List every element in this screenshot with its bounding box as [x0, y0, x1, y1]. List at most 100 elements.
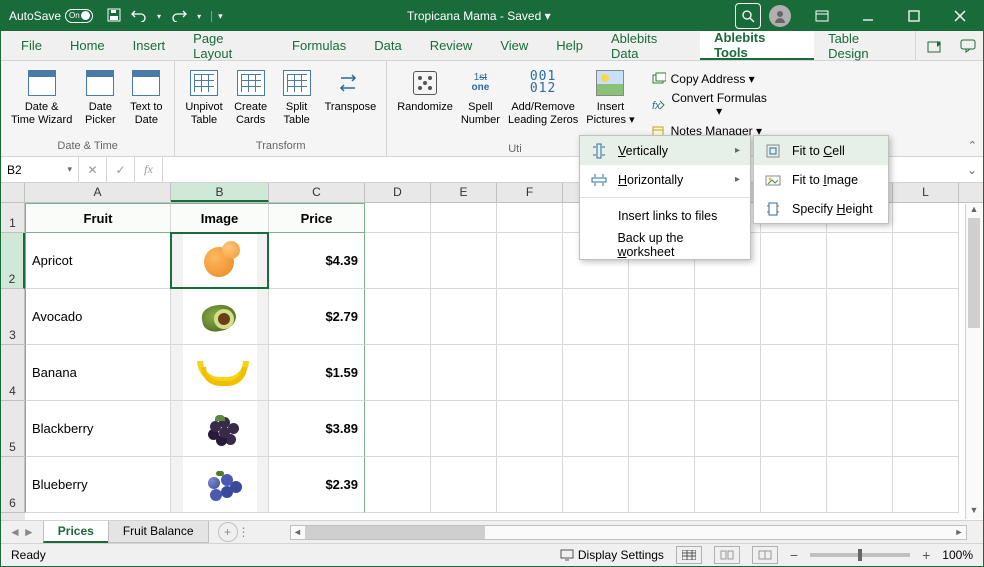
row-header[interactable]: 2 — [1, 233, 25, 289]
image-cell[interactable] — [171, 401, 269, 457]
sheet-tab[interactable]: Prices — [43, 521, 109, 543]
undo-icon[interactable] — [131, 8, 147, 25]
ribbon-button[interactable]: 1stoneSpellNumber — [457, 65, 504, 141]
ribbon-tab-insert[interactable]: Insert — [119, 31, 180, 60]
ribbon-button-small[interactable]: Copy Address ▾ — [645, 69, 775, 89]
ribbon-button[interactable]: SplitTable — [275, 65, 319, 138]
image-cell[interactable] — [171, 289, 269, 345]
menu-item[interactable]: Horizontally▸ — [580, 165, 750, 194]
maximize-icon[interactable] — [891, 1, 937, 31]
autosave-toggle[interactable]: AutoSave On — [9, 9, 93, 23]
row-header[interactable]: 5 — [1, 401, 25, 457]
cell[interactable] — [365, 457, 431, 513]
row-header[interactable]: 6 — [1, 457, 25, 513]
cell[interactable] — [695, 345, 761, 401]
image-cell[interactable] — [171, 345, 269, 401]
cell[interactable] — [563, 401, 629, 457]
cell[interactable] — [431, 457, 497, 513]
cancel-formula-icon[interactable]: ✕ — [79, 157, 107, 182]
ribbon-button[interactable]: Date &Time Wizard — [7, 65, 76, 138]
price-cell[interactable]: $2.79 — [269, 289, 365, 345]
cell[interactable] — [629, 289, 695, 345]
cell[interactable] — [365, 289, 431, 345]
cell[interactable] — [827, 233, 893, 289]
cell[interactable] — [893, 401, 959, 457]
fruit-cell[interactable]: Apricot — [25, 233, 171, 289]
cells-area[interactable]: FruitImagePriceApricot$4.39Avocado$2.79B… — [25, 203, 983, 520]
cell[interactable] — [893, 233, 959, 289]
fruit-cell[interactable]: Blueberry — [25, 457, 171, 513]
fruit-cell[interactable]: Avocado — [25, 289, 171, 345]
menu-item[interactable]: Back up the worksheet — [580, 230, 750, 259]
ribbon-tab-review[interactable]: Review — [416, 31, 487, 60]
cell[interactable] — [761, 345, 827, 401]
cell[interactable] — [497, 233, 563, 289]
cell[interactable] — [761, 289, 827, 345]
toggle-switch[interactable]: On — [65, 9, 93, 23]
comments-button[interactable] — [954, 31, 983, 60]
cell[interactable] — [365, 203, 431, 233]
account-avatar[interactable] — [769, 5, 791, 27]
price-cell[interactable]: $4.39 — [269, 233, 365, 289]
ribbon-tab-ablebits-tools[interactable]: Ablebits Tools — [700, 31, 814, 60]
table-header-cell[interactable]: Price — [269, 203, 365, 233]
image-cell[interactable] — [171, 457, 269, 513]
ribbon-tab-data[interactable]: Data — [360, 31, 415, 60]
save-icon[interactable] — [107, 8, 121, 25]
select-all-corner[interactable] — [1, 183, 25, 202]
display-settings-button[interactable]: Display Settings — [560, 548, 664, 562]
cell[interactable] — [365, 345, 431, 401]
image-cell[interactable] — [171, 233, 269, 289]
add-sheet-button[interactable]: + — [218, 522, 238, 542]
cell[interactable] — [827, 401, 893, 457]
cell[interactable] — [827, 457, 893, 513]
cell[interactable] — [365, 233, 431, 289]
price-cell[interactable]: $3.89 — [269, 401, 365, 457]
worksheet-grid[interactable]: ABCDEFGHIJKL 123456 FruitImagePriceApric… — [1, 183, 983, 520]
sheet-nav[interactable]: ◄► — [1, 525, 43, 539]
cell[interactable] — [761, 457, 827, 513]
cell[interactable] — [497, 457, 563, 513]
ribbon-button[interactable]: UnpivotTable — [181, 65, 226, 138]
ribbon-tab-ablebits-data[interactable]: Ablebits Data — [597, 31, 700, 60]
column-header[interactable]: L — [893, 183, 959, 202]
ribbon-display-icon[interactable] — [799, 1, 845, 31]
table-header-cell[interactable]: Fruit — [25, 203, 171, 233]
redo-dropdown-icon[interactable]: ▾ — [197, 12, 201, 21]
cell[interactable] — [629, 401, 695, 457]
undo-dropdown-icon[interactable]: ▾ — [157, 12, 161, 21]
cell[interactable] — [893, 289, 959, 345]
fruit-cell[interactable]: Blackberry — [25, 401, 171, 457]
search-button[interactable] — [735, 3, 761, 29]
vertical-scrollbar[interactable]: ▲ ▼ — [965, 204, 982, 519]
chevron-down-icon[interactable]: ▾ — [67, 164, 72, 175]
horizontal-scrollbar[interactable]: ◄ ► — [290, 525, 967, 540]
fruit-cell[interactable]: Banana — [25, 345, 171, 401]
page-layout-view-icon[interactable] — [714, 546, 740, 564]
ribbon-tab-page-layout[interactable]: Page Layout — [179, 31, 278, 60]
price-cell[interactable]: $1.59 — [269, 345, 365, 401]
cell[interactable] — [563, 289, 629, 345]
row-header[interactable]: 3 — [1, 289, 25, 345]
column-header[interactable]: C — [269, 183, 365, 202]
enter-formula-icon[interactable]: ✓ — [107, 157, 135, 182]
menu-item[interactable]: Fit to Image — [754, 165, 888, 194]
column-header[interactable]: F — [497, 183, 563, 202]
minimize-icon[interactable] — [845, 1, 891, 31]
cell[interactable] — [827, 289, 893, 345]
cell[interactable] — [563, 457, 629, 513]
menu-item[interactable]: Insert links to files — [580, 201, 750, 230]
cell[interactable] — [497, 345, 563, 401]
cell[interactable] — [893, 203, 959, 233]
cell[interactable] — [629, 345, 695, 401]
close-icon[interactable] — [937, 1, 983, 31]
scrollbar-thumb[interactable] — [305, 526, 485, 539]
ribbon-tab-help[interactable]: Help — [542, 31, 597, 60]
ribbon-button[interactable]: Randomize — [393, 65, 457, 141]
price-cell[interactable]: $2.39 — [269, 457, 365, 513]
ribbon-button[interactable]: DatePicker — [78, 65, 122, 138]
cell[interactable] — [629, 457, 695, 513]
ribbon-tab-file[interactable]: File — [7, 31, 56, 60]
name-box[interactable]: B2 ▾ — [1, 157, 79, 182]
row-header[interactable]: 1 — [1, 203, 25, 233]
